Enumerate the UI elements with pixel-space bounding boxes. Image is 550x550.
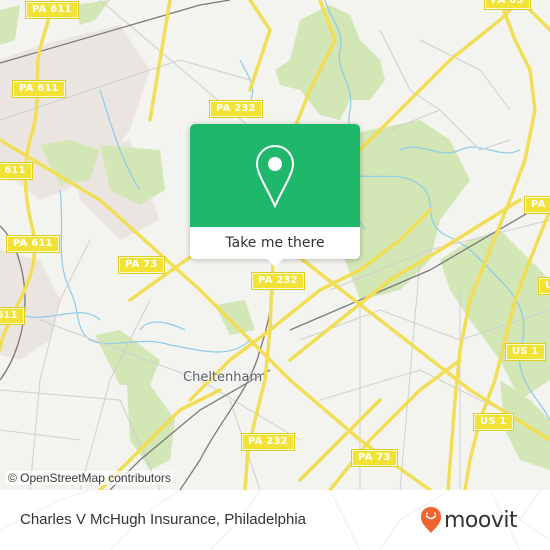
route-shield: PA 611 bbox=[6, 235, 60, 253]
route-shield: US 1 bbox=[538, 277, 550, 295]
route-shield: PA 63 bbox=[524, 196, 550, 214]
place-title: Charles V McHugh Insurance, Philadelphia bbox=[20, 511, 306, 528]
moovit-wordmark: moovit bbox=[444, 507, 518, 533]
route-shield: US 1 bbox=[473, 413, 514, 431]
map-pin-icon bbox=[255, 144, 295, 208]
footer-bar: Charles V McHugh Insurance, Philadelphia… bbox=[0, 490, 550, 550]
moovit-pin-smile-icon bbox=[421, 507, 441, 533]
route-shield: PA 611 bbox=[12, 80, 66, 98]
take-me-there-button[interactable]: Take me there bbox=[190, 227, 360, 259]
place-label-cheltenham: Cheltenham bbox=[183, 370, 263, 385]
moovit-logo[interactable]: moovit bbox=[420, 505, 518, 535]
route-shield: PA 232 bbox=[241, 433, 295, 451]
route-shield: PA 73 bbox=[351, 449, 398, 467]
map-attribution[interactable]: © OpenStreetMap contributors bbox=[6, 471, 173, 485]
route-shield: PA 611 bbox=[0, 307, 25, 325]
location-popup[interactable]: Take me there bbox=[190, 124, 360, 267]
route-shield: PA 611 bbox=[0, 162, 33, 180]
route-shield: PA 73 bbox=[118, 256, 165, 274]
popup-pointer bbox=[266, 258, 284, 267]
route-shield: PA 232 bbox=[209, 100, 263, 118]
route-shield: PA 63 bbox=[484, 0, 531, 10]
map[interactable]: PA 611 PA 611 PA 611 PA 611 PA 611 PA 23… bbox=[0, 0, 550, 490]
route-shield: PA 611 bbox=[25, 1, 79, 19]
route-shield: PA 232 bbox=[251, 272, 305, 290]
route-shield: US 1 bbox=[505, 343, 546, 361]
